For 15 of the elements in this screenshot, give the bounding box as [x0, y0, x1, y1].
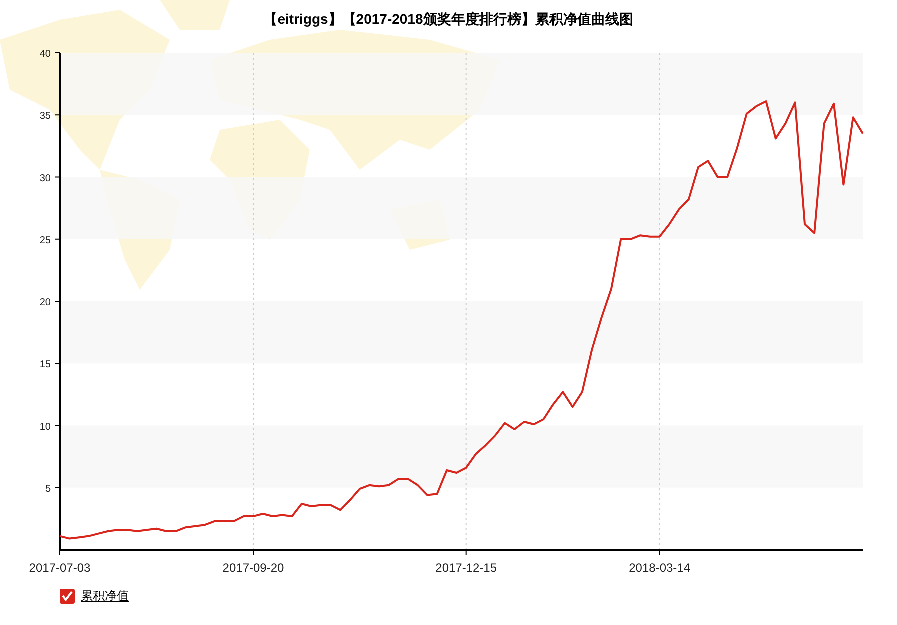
axis-label: 2017-12-15 [436, 561, 498, 575]
legend-label[interactable]: 累积净值 [81, 588, 129, 605]
legend-checkbox[interactable] [60, 589, 75, 604]
axis-label: 2017-07-03 [29, 561, 91, 575]
axis-label: 40 [40, 49, 51, 60]
axis-label: 5 [45, 484, 51, 495]
axis-label: 15 [40, 360, 51, 371]
axis-label: 2018-03-14 [629, 561, 691, 575]
axis-label: 2017-09-20 [222, 561, 284, 575]
chart-title: 【eitriggs】【2017-2018颁奖年度排行榜】累积净值曲线图 [264, 11, 634, 29]
axis-label: 25 [40, 235, 51, 246]
axis-label: 10 [40, 422, 51, 433]
axis-label: 20 [40, 298, 51, 308]
axis-label: 30 [40, 173, 51, 184]
axis-label: 35 [40, 111, 51, 122]
